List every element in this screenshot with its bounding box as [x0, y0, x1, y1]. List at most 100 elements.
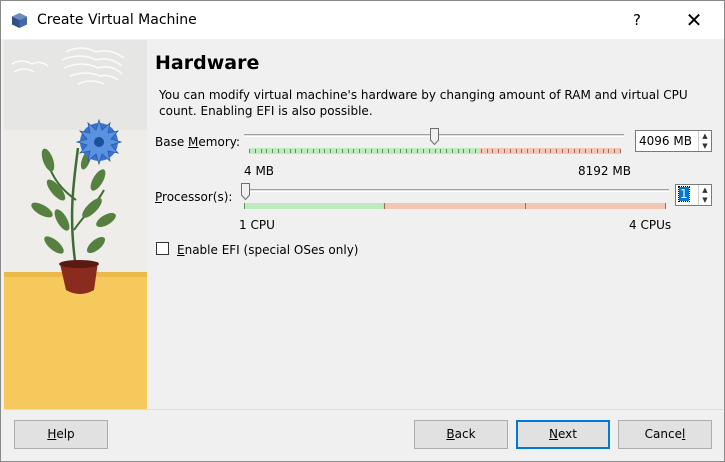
memory-scale-tick — [469, 149, 470, 153]
memory-scale-tick — [545, 149, 546, 153]
base-memory-label-post: emory: — [198, 135, 241, 149]
memory-scale-tick — [620, 149, 621, 153]
processor-scale-tick — [384, 203, 385, 209]
title-bar: Create Virtual Machine ? ✕ — [1, 1, 724, 39]
spin-up-arrow-icon[interactable]: ▲ — [699, 131, 711, 141]
processors-value: 1 — [678, 186, 690, 202]
memory-scale-tick — [423, 149, 424, 153]
processors-slider[interactable] — [241, 182, 669, 210]
memory-scale-tick — [574, 149, 575, 153]
memory-scale-tick — [608, 149, 609, 153]
memory-scale-tick — [307, 149, 308, 153]
next-button[interactable]: Next — [516, 420, 610, 449]
memory-scale-tick — [284, 149, 285, 153]
next-button-label: ext — [558, 427, 577, 441]
memory-scale-tick — [458, 149, 459, 153]
memory-scale-tick — [330, 149, 331, 153]
memory-scale-tick — [533, 149, 534, 153]
memory-scale-tick — [295, 149, 296, 153]
processor-slider-thumb[interactable] — [241, 183, 250, 200]
base-memory-spinbox[interactable]: 4096 MB ▲ ▼ — [635, 130, 712, 152]
memory-scale-tick — [510, 149, 511, 153]
memory-max-label: 8192 MB — [578, 164, 631, 178]
memory-scale-tick — [527, 149, 528, 153]
virtualbox-cube-icon — [12, 13, 27, 28]
processor-scale-tick — [665, 203, 666, 209]
memory-scale-tick — [556, 149, 557, 153]
processors-label-post: rocessor(s): — [162, 190, 233, 204]
memory-scale-tick — [597, 149, 598, 153]
memory-scale-tick — [463, 149, 464, 153]
memory-scale-tick — [603, 149, 604, 153]
memory-scale-tick — [475, 149, 476, 153]
processor-min-label: 1 CPU — [239, 218, 275, 232]
hardware-page: Hardware You can modify virtual machine'… — [147, 40, 724, 409]
memory-scale-tick — [336, 149, 337, 153]
enable-efi-label-post: nable EFI (special OSes only) — [184, 243, 359, 257]
memory-scale-tick — [319, 149, 320, 153]
memory-scale-tick — [371, 149, 372, 153]
title-help-button[interactable]: ? — [617, 1, 657, 39]
enable-efi-label-mnemonic: E — [177, 243, 185, 257]
spin-up-arrow-icon[interactable]: ▲ — [699, 185, 711, 195]
memory-scale-tick — [614, 149, 615, 153]
memory-scale-tick — [400, 149, 401, 153]
close-button[interactable]: ✕ — [670, 1, 718, 39]
processor-scale-bar — [244, 203, 666, 209]
memory-spin-arrows: ▲ ▼ — [698, 131, 711, 151]
base-memory-label-pre: Base — [155, 135, 189, 149]
base-memory-value: 4096 MB — [639, 134, 692, 148]
memory-scale-tick — [377, 149, 378, 153]
base-memory-slider[interactable] — [244, 128, 624, 156]
memory-scale-tick — [278, 149, 279, 153]
back-button-label: ack — [454, 427, 476, 441]
memory-scale-tick — [348, 149, 349, 153]
cancel-button-label: Cance — [644, 427, 682, 441]
wizard-flower-illustration — [4, 40, 147, 409]
spin-down-arrow-icon[interactable]: ▼ — [699, 195, 711, 205]
processors-label-mnemonic: P — [155, 190, 163, 204]
memory-scale-tick — [388, 149, 389, 153]
memory-scale-tick — [516, 149, 517, 153]
processor-scale-tick — [244, 203, 245, 209]
enable-efi-label[interactable]: Enable EFI (special OSes only) — [177, 243, 358, 257]
spin-down-arrow-icon[interactable]: ▼ — [699, 141, 711, 151]
memory-scale-tick — [324, 149, 325, 153]
memory-scale-tick — [266, 149, 267, 153]
memory-scale-tick — [550, 149, 551, 153]
footer-separator — [4, 409, 723, 410]
enable-efi-checkbox[interactable] — [156, 242, 169, 255]
memory-scale-tick — [591, 149, 592, 153]
help-button[interactable]: Help — [14, 420, 108, 449]
processor-spin-arrows: ▲ ▼ — [698, 185, 711, 205]
back-button[interactable]: Back — [414, 420, 508, 449]
memory-scale-tick — [261, 149, 262, 153]
memory-scale-tick — [411, 149, 412, 153]
memory-scale-tick — [342, 149, 343, 153]
help-button-label: elp — [56, 427, 75, 441]
memory-scale-tick — [446, 149, 447, 153]
create-vm-dialog: Create Virtual Machine ? ✕ Hardware You … — [0, 0, 725, 462]
memory-scale-tick — [521, 149, 522, 153]
memory-scale-tick — [359, 149, 360, 153]
memory-scale-tick — [255, 149, 256, 153]
memory-scale-tick — [394, 149, 395, 153]
memory-scale-tick — [504, 149, 505, 153]
memory-scale-tick — [440, 149, 441, 153]
page-description: You can modify virtual machine's hardwar… — [159, 88, 688, 118]
memory-scale-tick — [487, 149, 488, 153]
memory-scale-tick — [365, 149, 366, 153]
processors-spinbox[interactable]: 1 ▲ ▼ — [675, 184, 712, 206]
memory-scale-tick — [429, 149, 430, 153]
base-memory-label: Base Memory: — [155, 135, 240, 149]
memory-scale-tick — [249, 149, 250, 153]
memory-scale-tick — [562, 149, 563, 153]
memory-scale-tick — [492, 149, 493, 153]
memory-scale-tick — [382, 149, 383, 153]
memory-scale-bar — [249, 148, 621, 154]
cancel-button[interactable]: Cancel — [618, 420, 712, 449]
cancel-button-mnemonic: l — [681, 427, 686, 441]
memory-scale-tick — [481, 149, 482, 153]
help-button-mnemonic: H — [47, 427, 57, 441]
memory-slider-thumb[interactable] — [430, 128, 439, 145]
